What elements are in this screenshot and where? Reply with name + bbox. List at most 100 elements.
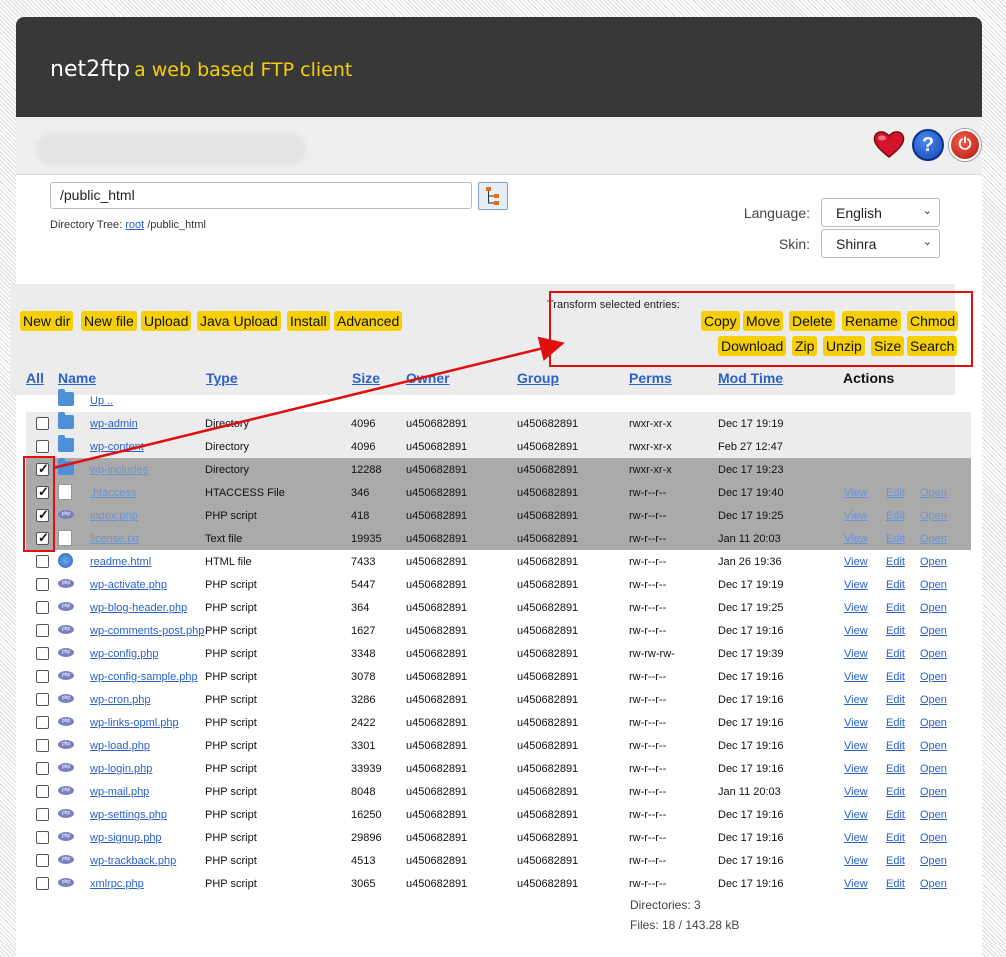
edit-link[interactable]: Edit [886,602,905,614]
row-checkbox[interactable] [36,854,49,867]
file-name[interactable]: wp-signup.php [90,832,162,844]
directory-input[interactable]: /public_html [50,182,472,209]
open-link[interactable]: Open [920,878,947,890]
open-link[interactable]: Open [920,671,947,683]
file-name[interactable]: wp-mail.php [90,786,149,798]
toolbar-button-java-upload[interactable]: Java Upload [197,311,281,331]
file-row[interactable]: php wp-blog-header.php PHP script 364 u45068… [26,596,971,619]
column-group[interactable]: Group [517,370,559,386]
edit-link[interactable]: Edit [886,763,905,775]
file-row[interactable]: php wp-signup.php PHP script 29896 u45068289… [26,826,971,849]
edit-link[interactable]: Edit [886,625,905,637]
row-checkbox[interactable] [36,624,49,637]
row-checkbox[interactable] [36,693,49,706]
file-name[interactable]: wp-login.php [90,763,152,775]
file-name[interactable]: readme.html [90,556,151,568]
open-link[interactable]: Open [920,740,947,752]
view-link[interactable]: View [844,625,868,637]
toolbar-button-upload[interactable]: Upload [141,311,192,331]
row-checkbox[interactable] [36,877,49,890]
edit-link[interactable]: Edit [886,786,905,798]
toolbar-button-install[interactable]: Install [287,311,330,331]
power-icon[interactable]: ⏻ [949,129,981,161]
edit-link[interactable]: Edit [886,671,905,683]
open-link[interactable]: Open [920,786,947,798]
file-name[interactable]: wp-activate.php [90,579,167,591]
edit-link[interactable]: Edit [886,740,905,752]
file-name[interactable]: wp-blog-header.php [90,602,187,614]
toolbar-button-new-file[interactable]: New file [81,311,137,331]
open-link[interactable]: Open [920,556,947,568]
edit-link[interactable]: Edit [886,878,905,890]
view-link[interactable]: View [844,579,868,591]
edit-link[interactable]: Edit [886,556,905,568]
help-icon[interactable]: ? [912,129,944,161]
file-name[interactable]: xmlrpc.php [90,878,144,890]
row-checkbox[interactable] [36,785,49,798]
file-name[interactable]: license.txt [90,533,139,545]
file-name[interactable]: wp-config-sample.php [90,671,198,683]
file-name[interactable]: wp-cron.php [90,694,151,706]
edit-link[interactable]: Edit [886,579,905,591]
file-row[interactable]: php wp-login.php PHP script 33939 u450682891… [26,757,971,780]
column-name[interactable]: Name [58,370,96,386]
skin-select[interactable]: Shinra ⌄ [821,229,940,258]
toolbar-button-new-dir[interactable]: New dir [20,311,74,331]
open-link[interactable]: Open [920,579,947,591]
view-link[interactable]: View [844,533,868,545]
file-row[interactable]: wp-content Directory 4096 u450682891 u450682… [26,435,971,458]
file-name[interactable]: wp-load.php [90,740,150,752]
open-link[interactable]: Open [920,487,947,499]
edit-link[interactable]: Edit [886,648,905,660]
row-checkbox[interactable] [36,417,49,430]
row-checkbox[interactable] [36,647,49,660]
view-link[interactable]: View [844,786,868,798]
open-link[interactable]: Open [920,855,947,867]
edit-link[interactable]: Edit [886,487,905,499]
file-row[interactable]: php wp-mail.php PHP script 8048 u450682891 u4… [26,780,971,803]
open-link[interactable]: Open [920,763,947,775]
view-link[interactable]: View [844,671,868,683]
column-mod-time[interactable]: Mod Time [718,370,783,386]
edit-link[interactable]: Edit [886,855,905,867]
row-checkbox[interactable] [36,670,49,683]
file-name[interactable]: wp-content [90,441,144,453]
file-name[interactable]: .htaccess [90,487,136,499]
column-size[interactable]: Size [352,370,380,386]
column-all[interactable]: All [26,370,44,386]
row-checkbox[interactable] [36,762,49,775]
edit-link[interactable]: Edit [886,694,905,706]
up-row[interactable]: Up .. [26,389,971,412]
tree-root-link[interactable]: root [125,219,144,231]
edit-link[interactable]: Edit [886,832,905,844]
file-row[interactable]: readme.html HTML file 7433 u450682891 u45068… [26,550,971,573]
file-name[interactable]: wp-comments-post.php [90,625,204,637]
view-link[interactable]: View [844,694,868,706]
edit-link[interactable]: Edit [886,533,905,545]
view-link[interactable]: View [844,855,868,867]
row-checkbox[interactable] [36,440,49,453]
edit-link[interactable]: Edit [886,717,905,729]
file-row[interactable]: php wp-config.php PHP script 3348 u450682891… [26,642,971,665]
view-link[interactable]: View [844,809,868,821]
heart-icon[interactable] [872,127,906,161]
file-row[interactable]: php wp-trackback.php PHP script 4513 u450682… [26,849,971,872]
row-checkbox[interactable] [36,578,49,591]
view-link[interactable]: View [844,556,868,568]
directory-tree-button[interactable] [478,182,508,210]
file-row[interactable]: wp-admin Directory 4096 u450682891 u45068289… [26,412,971,435]
row-checkbox[interactable] [36,831,49,844]
up-link[interactable]: Up .. [90,395,113,407]
file-name[interactable]: wp-config.php [90,648,159,660]
view-link[interactable]: View [844,648,868,660]
open-link[interactable]: Open [920,809,947,821]
file-row[interactable]: php wp-settings.php PHP script 16250 u450682… [26,803,971,826]
view-link[interactable]: View [844,763,868,775]
open-link[interactable]: Open [920,510,947,522]
open-link[interactable]: Open [920,717,947,729]
view-link[interactable]: View [844,832,868,844]
file-row[interactable]: php wp-cron.php PHP script 3286 u450682891 u4… [26,688,971,711]
open-link[interactable]: Open [920,625,947,637]
view-link[interactable]: View [844,487,868,499]
open-link[interactable]: Open [920,533,947,545]
